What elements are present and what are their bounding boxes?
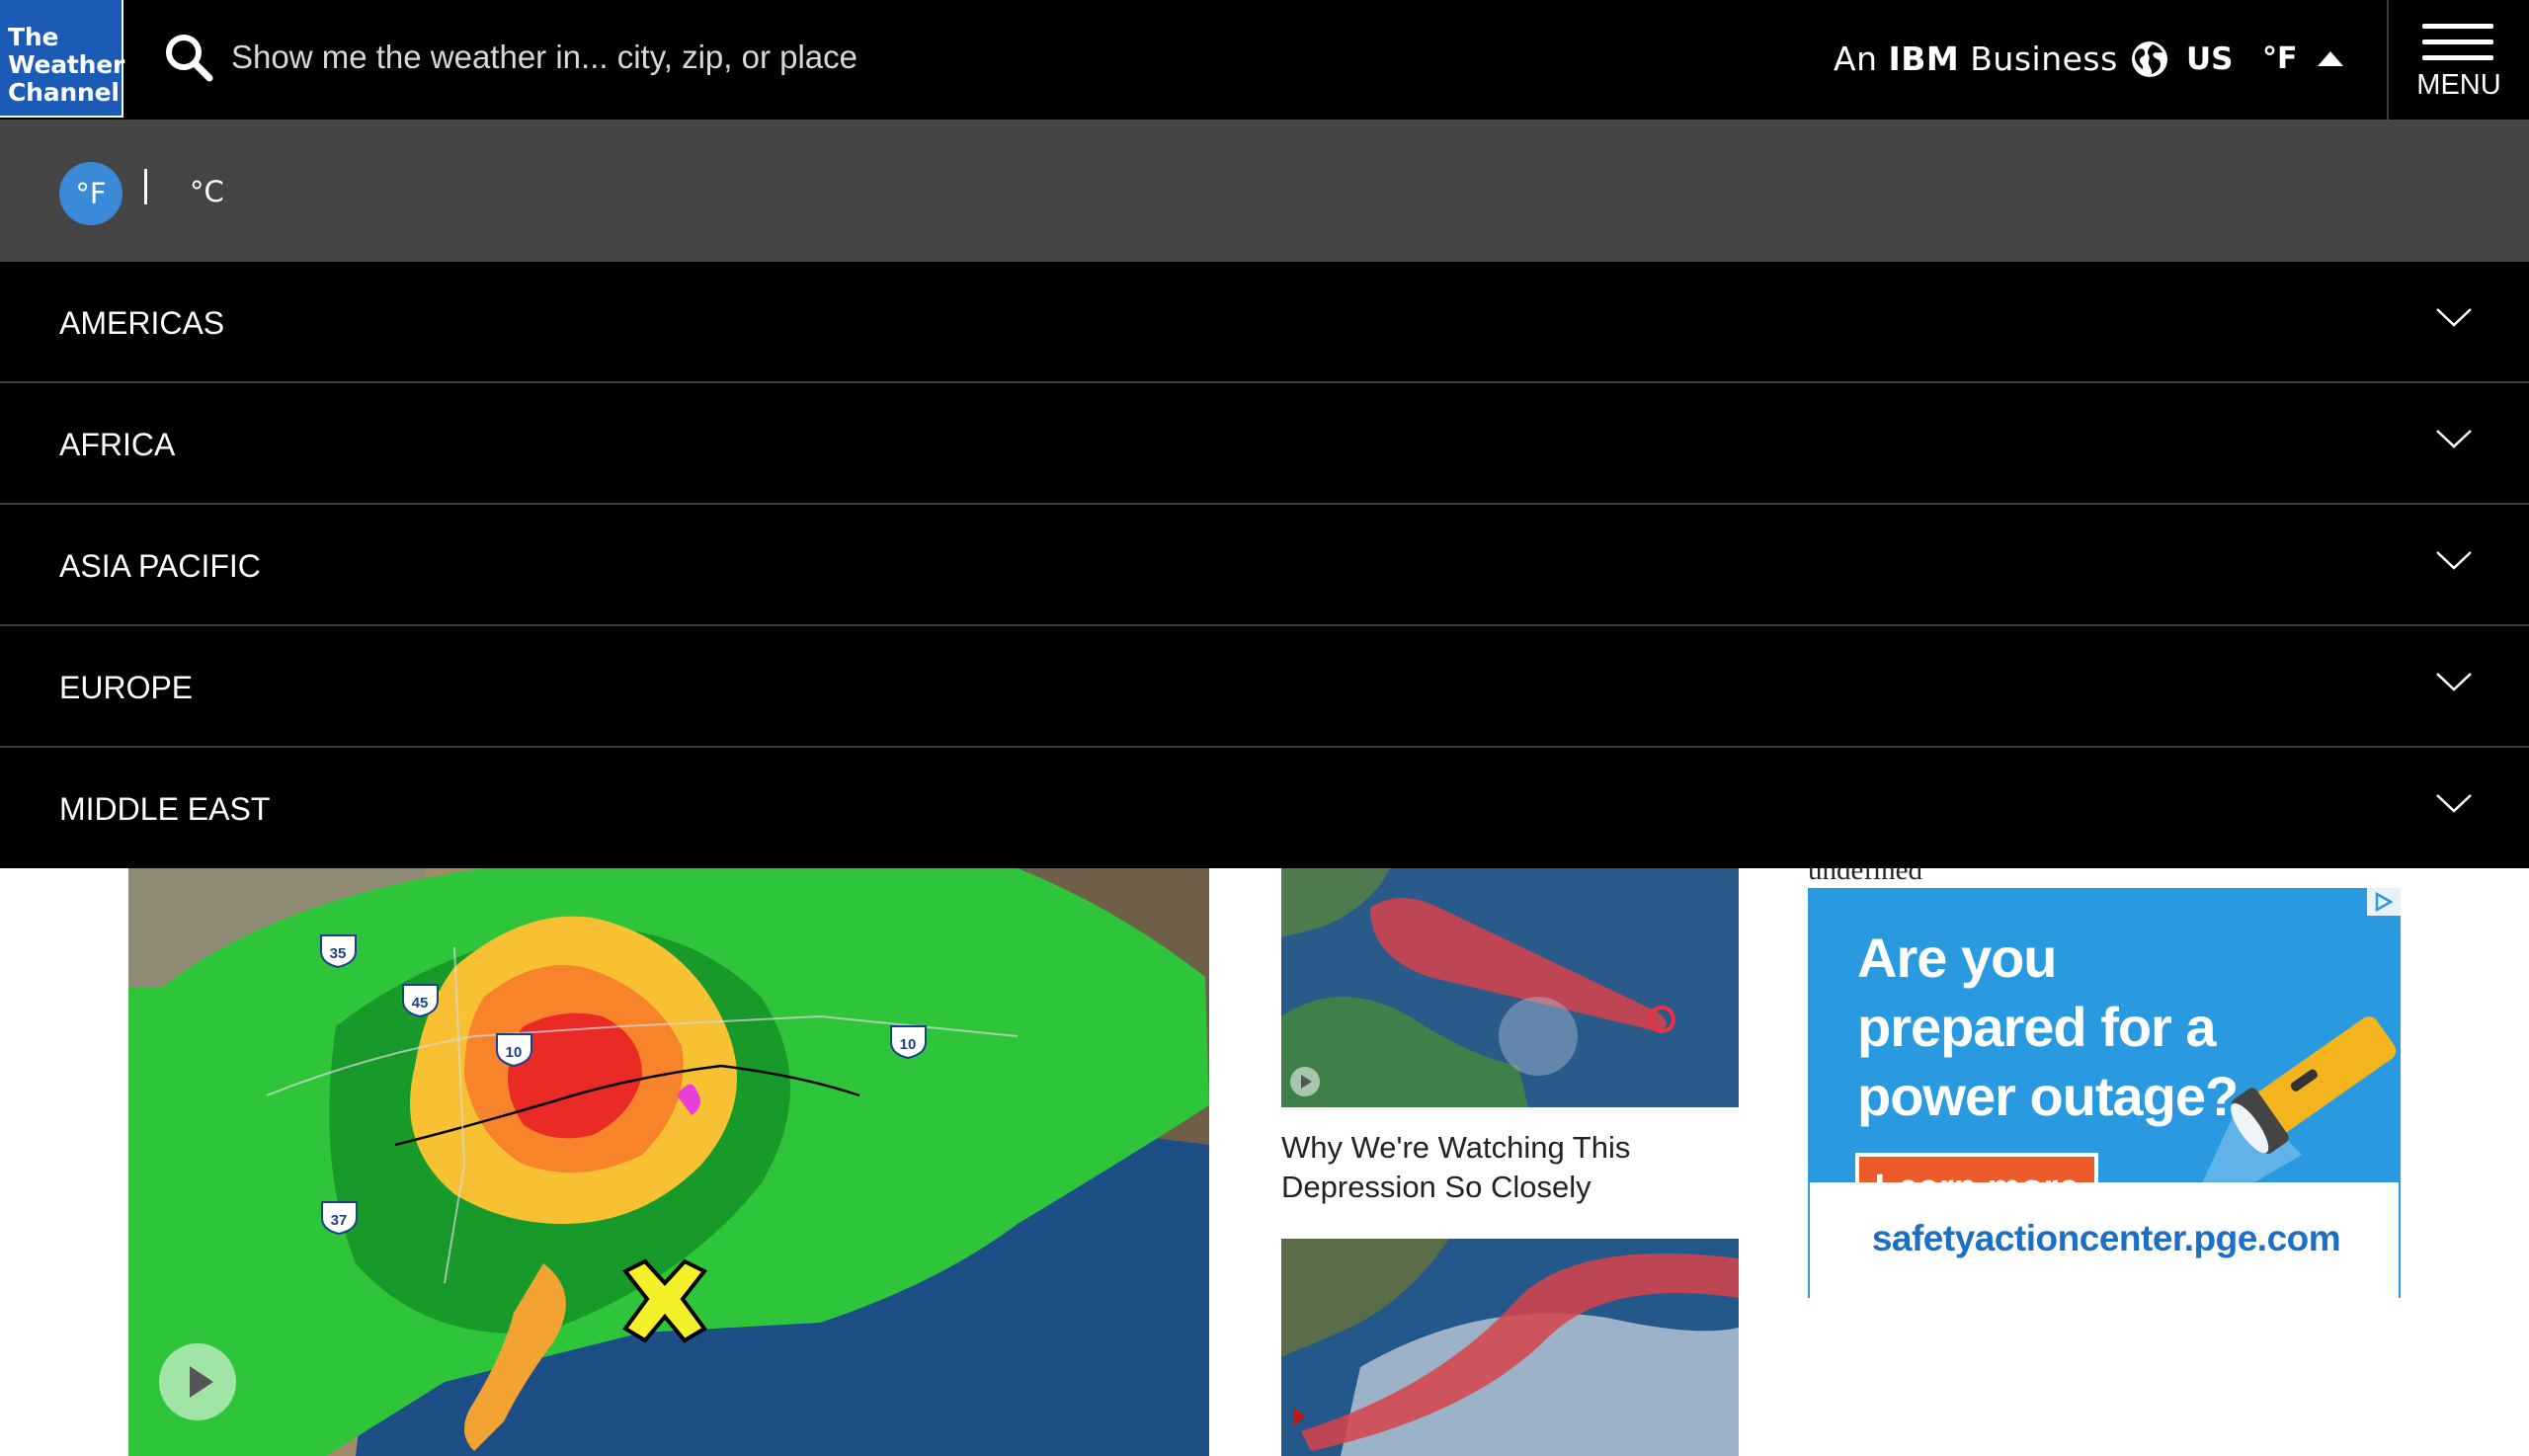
chevron-down-icon[interactable] bbox=[2434, 305, 2474, 329]
region-item-europe[interactable]: EUROPE bbox=[0, 626, 2529, 748]
region-item-americas[interactable]: AMERICAS bbox=[0, 262, 2529, 383]
celsius-button[interactable]: °C bbox=[190, 175, 224, 208]
ibm-suffix: Business bbox=[1970, 40, 2118, 78]
logo-line-1: The bbox=[8, 23, 59, 51]
hamburger-icon bbox=[2422, 24, 2493, 29]
menu-button[interactable]: MENU bbox=[2389, 0, 2529, 120]
highway-shield-label: 45 bbox=[412, 995, 429, 1011]
storm-track-image bbox=[1281, 1239, 1739, 1456]
search-input[interactable] bbox=[231, 30, 1120, 85]
chevron-down-icon[interactable] bbox=[2434, 791, 2474, 815]
undefined-label: undefined bbox=[1808, 868, 1922, 886]
hurricane-map-image bbox=[1281, 868, 1739, 1107]
page-content: 35 45 10 10 37 Why We're Watching This D… bbox=[0, 868, 2529, 1456]
ad-choices-icon[interactable] bbox=[2367, 888, 2401, 916]
caret-up-icon[interactable] bbox=[2318, 51, 2343, 66]
region-label: MIDDLE EAST bbox=[59, 791, 271, 827]
ad-url[interactable]: safetyactioncenter.pge.com bbox=[1810, 1218, 2401, 1259]
radar-map-image: 35 45 10 10 37 bbox=[128, 868, 1209, 1456]
unit-separator bbox=[144, 169, 147, 204]
play-icon[interactable] bbox=[1289, 1066, 1321, 1097]
menu-label: MENU bbox=[2416, 69, 2501, 101]
hamburger-icon bbox=[2422, 40, 2493, 44]
region-label: AFRICA bbox=[59, 427, 176, 462]
region-label: ASIA PACIFIC bbox=[59, 548, 261, 584]
fahrenheit-button[interactable]: °F bbox=[59, 162, 122, 225]
chevron-down-icon[interactable] bbox=[2434, 548, 2474, 572]
top-navigation-bar: The Weather Channel An IBM Business US °… bbox=[0, 0, 2529, 120]
highway-shield-label: 37 bbox=[331, 1212, 348, 1229]
unit-selector-bar: °F °C bbox=[0, 120, 2529, 262]
flashlight-icon bbox=[2192, 1016, 2397, 1204]
region-item-asia-pacific[interactable]: ASIA PACIFIC bbox=[0, 505, 2529, 626]
region-item-middle-east[interactable]: MIDDLE EAST bbox=[0, 748, 2529, 869]
region-label: AMERICAS bbox=[59, 305, 225, 341]
logo-line-2: Weather bbox=[8, 50, 125, 79]
logo-line-3: Channel bbox=[8, 78, 120, 107]
video-thumbnail[interactable] bbox=[1281, 868, 1739, 1107]
region-item-africa[interactable]: AFRICA bbox=[0, 383, 2529, 505]
weather-channel-logo[interactable]: The Weather Channel bbox=[0, 0, 125, 118]
highway-shield-label: 35 bbox=[330, 945, 347, 962]
locale-selector[interactable]: US bbox=[2186, 41, 2234, 77]
radar-video-player[interactable]: 35 45 10 10 37 bbox=[128, 868, 1209, 1456]
play-icon[interactable] bbox=[158, 1342, 237, 1421]
chevron-down-icon[interactable] bbox=[2434, 670, 2474, 693]
chevron-down-icon[interactable] bbox=[2434, 427, 2474, 450]
video-headline[interactable]: Why We're Watching This Depression So Cl… bbox=[1281, 1128, 1739, 1207]
advertisement[interactable]: Are you prepared for a power outage? Lea… bbox=[1808, 888, 2401, 1298]
ibm-business-label: An IBM Business bbox=[1834, 40, 2118, 78]
unit-indicator[interactable]: °F bbox=[2262, 41, 2298, 76]
region-label: EUROPE bbox=[59, 670, 194, 705]
hamburger-icon bbox=[2422, 55, 2493, 60]
search-icon[interactable] bbox=[163, 32, 214, 83]
ibm-prefix: An bbox=[1834, 40, 1878, 78]
video-thumbnail[interactable] bbox=[1281, 1239, 1739, 1456]
highway-shield-label: 10 bbox=[506, 1044, 523, 1061]
region-list: AMERICAS AFRICA ASIA PACIFIC EUROPE MIDD… bbox=[0, 262, 2529, 868]
ad-footer: safetyactioncenter.pge.com bbox=[1808, 1182, 2401, 1298]
ibm-brand: IBM bbox=[1888, 40, 1960, 78]
globe-icon[interactable] bbox=[2131, 40, 2168, 78]
highway-shield-label: 10 bbox=[900, 1036, 917, 1053]
